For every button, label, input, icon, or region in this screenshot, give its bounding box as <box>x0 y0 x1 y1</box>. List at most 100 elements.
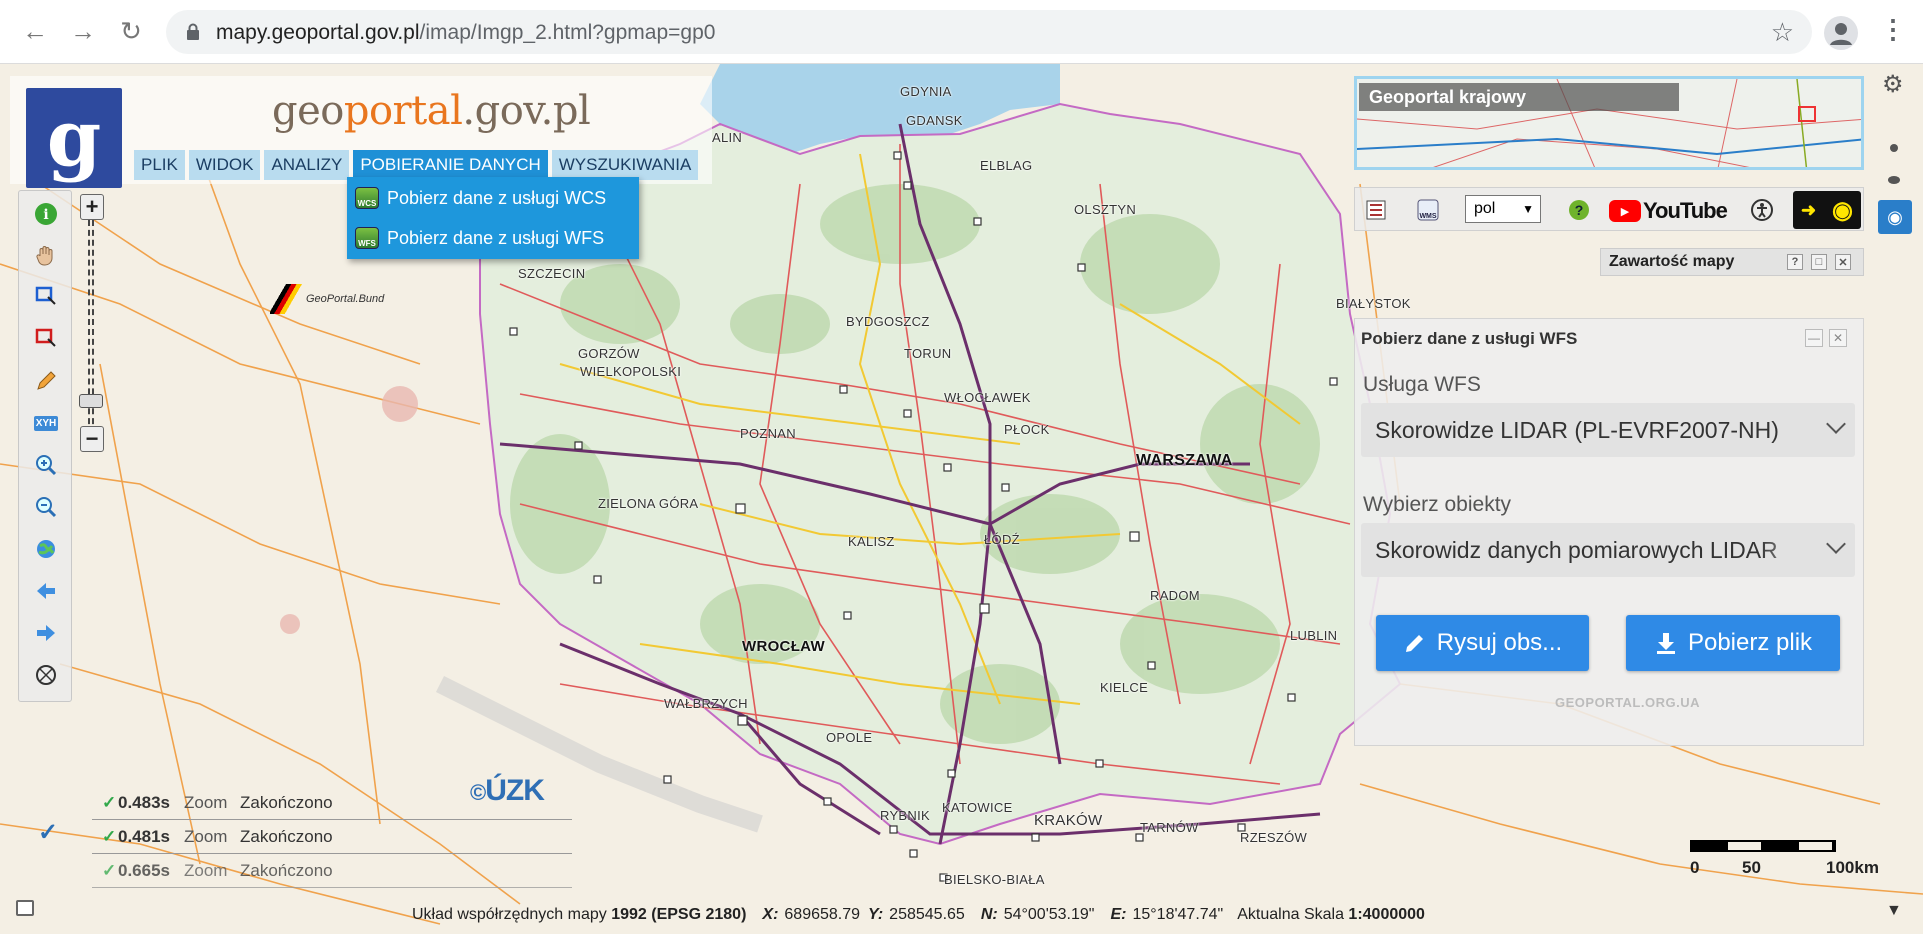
zoom-minus-button[interactable]: − <box>80 426 104 452</box>
pencil-icon <box>1405 635 1423 652</box>
side-dot-icon[interactable] <box>1890 144 1898 152</box>
city-label: RADOM <box>1150 588 1200 603</box>
legend-list-icon[interactable] <box>1365 196 1387 224</box>
zoom-out-icon[interactable] <box>33 494 59 520</box>
pan-hand-icon[interactable] <box>33 242 59 268</box>
service-select[interactable]: Skorowidze LIDAR (PL-EVRF2007-NH) <box>1361 403 1855 457</box>
full-extent-icon[interactable] <box>33 662 59 688</box>
objects-select[interactable]: Skorowidz danych pomiarowych LIDAR <box>1361 523 1855 577</box>
svg-text:WMS: WMS <box>1419 213 1436 220</box>
service-label: Usługa WFS <box>1363 373 1481 396</box>
objects-label: Wybierz obiekty <box>1363 493 1512 516</box>
forward-arrow-icon[interactable]: → <box>66 14 100 48</box>
city-label: KRAKÓW <box>1034 812 1103 829</box>
city-label: BIAŁYSTOK <box>1336 296 1411 311</box>
menu-item-plik[interactable]: PLIK <box>134 150 185 180</box>
zoom-knob[interactable] <box>79 394 103 408</box>
reload-icon[interactable]: ↻ <box>114 14 148 48</box>
back-arrow-icon[interactable]: ← <box>18 14 52 48</box>
maximize-icon[interactable]: □ <box>1811 254 1827 270</box>
help-icon[interactable]: ? <box>1567 196 1591 224</box>
next-view-arrow-icon[interactable] <box>33 620 59 646</box>
overview-title: Geoportal krajowy <box>1359 83 1679 111</box>
xyh-icon[interactable]: XYH <box>33 410 59 436</box>
menu-item-wyszukiwania[interactable]: WYSZUKIWANIA <box>551 150 699 180</box>
settings-gear-icon[interactable]: ⚙ <box>1882 70 1904 99</box>
request-log: ✓ 0.483s Zoom Zakończono ✓ 0.481s Zoom Zakończ… <box>92 786 572 888</box>
visibility-eye-icon[interactable]: ◉ <box>1878 200 1912 234</box>
header-panel: g geoportal.gov.pl PLIK WIDOK ANALIZY PO… <box>10 76 712 188</box>
wms-service-icon[interactable]: WMS <box>1415 196 1441 224</box>
draw-area-button[interactable]: Rysuj obs... <box>1376 615 1589 671</box>
city-label: POZNAN <box>740 426 796 441</box>
log-row: ✓ 0.481s Zoom Zakończono <box>92 820 572 854</box>
map-toolbar: i XYH <box>18 190 72 702</box>
log-row: ✓ 0.665s Zoom Zakończono <box>92 854 572 888</box>
menu-item-wcs[interactable]: WCS Pobierz dane z usługi WCS <box>347 179 639 217</box>
wfs-icon: WFS <box>355 227 379 249</box>
menu-item-analizy[interactable]: ANALIZY <box>264 150 350 180</box>
city-label: OPOLE <box>826 730 873 745</box>
download-file-button[interactable]: Pobierz plik <box>1626 615 1840 671</box>
menu-item-widok[interactable]: WIDOK <box>188 150 261 180</box>
log-row: ✓ 0.483s Zoom Zakończono <box>92 786 572 820</box>
check-icon: ✓ <box>102 860 117 880</box>
zoom-in-icon[interactable] <box>33 452 59 478</box>
profile-avatar-icon[interactable] <box>1824 16 1858 50</box>
city-label: WROCŁAW <box>742 638 825 655</box>
collapse-down-icon[interactable]: ▼ <box>1886 902 1902 920</box>
lock-icon <box>187 23 199 40</box>
city-label: LUBLIN <box>1290 628 1338 643</box>
minimize-icon[interactable]: — <box>1805 329 1823 347</box>
city-label: ŁÓDŹ <box>984 532 1020 547</box>
side-eye-small-icon[interactable] <box>1888 176 1900 184</box>
previous-view-arrow-icon[interactable] <box>33 578 59 604</box>
youtube-logo[interactable]: ▶ YouTube <box>1609 197 1728 225</box>
city-label-capital: WARSZAWA <box>1136 452 1233 469</box>
bookmark-star-icon[interactable]: ☆ <box>1771 17 1794 48</box>
geoportal-logo[interactable]: g <box>26 88 122 188</box>
map-content-tab[interactable]: Zawartość mapy ? □ ✕ <box>1600 248 1864 276</box>
globe-icon[interactable] <box>33 536 59 562</box>
scale-bar: 0 50 100km <box>1690 840 1879 877</box>
menu-item-wcs-label: Pobierz dane z usługi WCS <box>387 187 607 208</box>
check-icon: ✓ <box>102 792 117 812</box>
map-canvas[interactable]: GDYNIA GDANSK ELBLAG OLSZTYN SZCZECIN BY… <box>0 64 1923 934</box>
city-label: KALISZ <box>848 534 895 549</box>
top-icon-row: WMS pol ▼ ? ▶ YouTube ➜ ◉ <box>1354 187 1864 231</box>
info-icon[interactable]: i <box>33 201 59 227</box>
accessibility-icon[interactable] <box>1749 196 1775 224</box>
city-label: GORZÓW <box>578 346 640 361</box>
check-icon: ✓ <box>102 826 117 846</box>
menu-item-pobieranie-danych[interactable]: POBIERANIE DANYCH <box>353 150 548 180</box>
city-label: RZESZÓW <box>1240 830 1308 845</box>
zoom-plus-button[interactable]: + <box>80 194 104 220</box>
contrast-eye-icon[interactable]: ➜ ◉ <box>1793 191 1861 229</box>
close-icon[interactable]: ✕ <box>1835 254 1851 270</box>
zoom-box-icon[interactable] <box>33 284 59 310</box>
main-menu: PLIK WIDOK ANALIZY POBIERANIE DANYCH WYS… <box>134 150 699 180</box>
help-icon[interactable]: ? <box>1787 254 1803 270</box>
menu-item-wfs[interactable]: WFS Pobierz dane z usługi WFS <box>347 219 639 257</box>
city-label: BYDGOSZCZ <box>846 314 930 329</box>
overview-map[interactable]: Geoportal krajowy <box>1354 76 1864 170</box>
download-icon <box>1656 633 1675 654</box>
city-label: ALIN <box>712 130 743 145</box>
pencil-icon[interactable] <box>33 368 59 394</box>
browser-menu-icon[interactable]: ⋮ <box>1880 14 1906 45</box>
language-select[interactable]: pol ▼ <box>1465 195 1541 223</box>
zoom-out-box-icon[interactable] <box>33 326 59 352</box>
close-icon[interactable]: ✕ <box>1829 329 1847 347</box>
url-text: mapy.geoportal.gov.pl/imap/Imgp_2.html?g… <box>216 21 716 44</box>
svg-text:i: i <box>43 207 48 223</box>
chevron-down-icon <box>1826 534 1846 554</box>
chevron-down-icon: ▼ <box>1522 202 1534 216</box>
address-bar[interactable]: mapy.geoportal.gov.pl/imap/Imgp_2.html?g… <box>166 10 1812 54</box>
city-label: WŁOCŁAWEK <box>944 390 1031 405</box>
wcs-icon: WCS <box>355 187 379 209</box>
city-label: KATOWICE <box>942 800 1013 815</box>
coordinate-status-bar: Układ współrzędnych mapy 1992 (EPSG 2180… <box>412 906 1425 923</box>
watermark: GEOPORTAL.ORG.UA <box>1555 695 1700 710</box>
zoom-slider[interactable]: + − <box>79 194 104 494</box>
log-toggle-check-icon[interactable]: ✓ <box>38 818 58 847</box>
